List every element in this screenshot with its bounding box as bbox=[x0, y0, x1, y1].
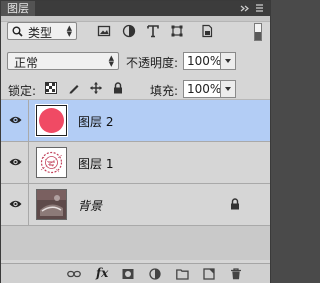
stamp-thumbnail-icon bbox=[37, 148, 66, 177]
blend-mode-label: 正常 bbox=[14, 56, 39, 70]
lock-icon[interactable] bbox=[230, 198, 240, 210]
chevron-updown-icon: ▲ ▼ bbox=[66, 24, 72, 38]
visibility-toggle[interactable] bbox=[1, 100, 29, 141]
type-filter-icon[interactable] bbox=[146, 24, 160, 38]
blend-mode-select[interactable]: 正常 ▲ ▼ bbox=[7, 52, 119, 70]
opacity-label: 不透明度: bbox=[126, 56, 179, 70]
lock-all-icon[interactable] bbox=[112, 82, 124, 94]
add-mask-icon[interactable] bbox=[122, 268, 134, 280]
layer-thumbnail[interactable] bbox=[36, 147, 67, 178]
eye-icon bbox=[9, 200, 22, 208]
visibility-toggle[interactable] bbox=[1, 184, 29, 225]
layer-row[interactable]: 图层 1 bbox=[1, 142, 270, 184]
image-filter-icon[interactable] bbox=[97, 24, 111, 38]
layers-footer-toolbar: fx bbox=[1, 263, 270, 283]
adjustment-layer-icon[interactable] bbox=[149, 268, 161, 280]
tab-layers[interactable]: 图层 bbox=[1, 1, 35, 16]
photo-thumbnail-icon bbox=[37, 190, 66, 219]
eye-icon bbox=[9, 158, 22, 166]
collapse-icon[interactable] bbox=[240, 4, 250, 13]
link-layers-icon[interactable] bbox=[67, 268, 81, 280]
new-group-icon[interactable] bbox=[176, 268, 189, 280]
fill-dropdown-button[interactable] bbox=[220, 80, 236, 98]
delete-layer-icon[interactable] bbox=[230, 268, 242, 280]
lock-transparent-icon[interactable] bbox=[45, 82, 57, 94]
layer-row[interactable]: 图层 2 bbox=[1, 100, 270, 142]
fx-icon[interactable]: fx bbox=[96, 266, 108, 280]
layer-row[interactable]: 背景 bbox=[1, 184, 270, 226]
lock-image-icon[interactable] bbox=[68, 82, 80, 94]
eye-icon bbox=[9, 116, 22, 124]
shape-filter-icon[interactable] bbox=[170, 24, 184, 38]
visibility-toggle[interactable] bbox=[1, 142, 29, 183]
layer-name[interactable]: 图层 2 bbox=[78, 113, 113, 130]
lock-position-icon[interactable] bbox=[90, 82, 102, 94]
filter-toggle-knob bbox=[255, 32, 261, 40]
adjustment-filter-icon[interactable] bbox=[122, 24, 136, 38]
layer-list: 图层 2 图层 1 背景 bbox=[1, 100, 270, 260]
panel-menu-icon[interactable] bbox=[255, 3, 265, 13]
lock-label: 锁定: bbox=[8, 84, 37, 98]
opacity-input[interactable]: 100% bbox=[183, 52, 221, 70]
layer-thumbnail[interactable] bbox=[36, 189, 67, 220]
layer-name[interactable]: 背景 bbox=[78, 197, 102, 214]
new-layer-icon[interactable] bbox=[203, 268, 215, 280]
layers-panel: 图层 类型 ▲ ▼ 正常 ▲ ▼ 不透明度: 100% 锁定: 填充: 100%… bbox=[0, 0, 271, 283]
filter-kind-label: 类型 bbox=[28, 26, 53, 40]
chevron-updown-icon: ▲ ▼ bbox=[108, 54, 114, 68]
filter-kind-select[interactable]: 类型 ▲ ▼ bbox=[7, 22, 77, 40]
filter-toggle-switch[interactable] bbox=[254, 23, 262, 41]
layer-name[interactable]: 图层 1 bbox=[78, 155, 113, 172]
smart-object-filter-icon[interactable] bbox=[200, 24, 214, 38]
fill-input[interactable]: 100% bbox=[183, 80, 221, 98]
opacity-dropdown-button[interactable] bbox=[220, 52, 236, 70]
search-icon bbox=[12, 26, 23, 37]
layer-thumbnail[interactable] bbox=[35, 104, 68, 137]
fill-label: 填充: bbox=[150, 84, 179, 98]
pink-circle-thumbnail-icon bbox=[37, 106, 66, 135]
panel-titlebar: 图层 bbox=[1, 1, 270, 16]
